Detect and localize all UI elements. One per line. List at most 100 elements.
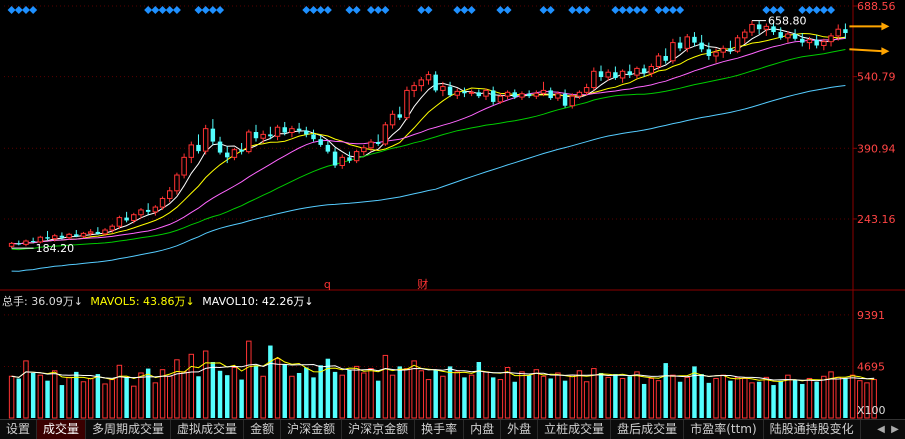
volume-bar [382,354,389,419]
volume-bar [181,371,187,419]
candle-body [188,144,195,158]
candle-body [540,89,547,94]
tab-1[interactable]: 成交量 [37,420,87,439]
candle-body [246,131,252,153]
tab-7[interactable]: 换手率 [415,420,465,439]
candle-body [274,126,281,137]
candle-body [497,95,504,103]
tab-12[interactable]: 市盈率(ttm) [684,420,764,439]
price-axis: 688.56 540.79 390.94 243.16 9391 4695 X100 [853,0,896,417]
event-diamond-icon [151,6,160,14]
tab-2[interactable]: 多周期成交量 [86,420,172,439]
stock-chart[interactable]: 688.56 540.79 390.94 243.16 9391 4695 X100 658… [0,0,905,419]
tab-9[interactable]: 外盘 [501,420,539,439]
volume-bar [325,358,331,418]
event-diamond-icon [144,6,153,14]
volume-bar [468,374,475,419]
volume-bar [217,370,223,418]
volume-bar [282,364,287,418]
tab-11[interactable]: 盘后成交量 [611,420,685,439]
volume-bar [706,382,712,418]
volume-bar [45,380,50,418]
tab-4[interactable]: 金额 [244,420,282,439]
volume-bar [785,374,791,419]
candle-body [734,37,741,52]
volume-bar [418,370,425,419]
candle-body [102,229,108,235]
tab-8[interactable]: 内盘 [464,420,502,439]
volume-bar [843,378,848,418]
volume-bar [368,368,374,419]
event-diamond-icon [467,6,476,14]
event-marker-label: 财 [417,277,428,291]
volume-bar [311,377,316,418]
candle-body [404,89,410,119]
volume-bar [627,376,632,418]
tab-3[interactable]: 虚拟成交量 [171,420,245,439]
candle-body [375,142,381,144]
volume-bar [167,375,173,419]
event-diamond-icon [812,6,821,14]
candle-body [174,174,180,192]
candle-body [663,55,668,61]
candle-body [627,71,632,76]
volume-series [8,340,877,419]
volume-bar [80,381,87,419]
volume-bar [260,375,266,419]
candle-body [583,87,590,93]
event-diamond-icon [194,6,203,14]
moving-average-lines [11,28,846,272]
price-tick-label: 688.56 [857,0,896,13]
candle-body [382,124,389,145]
candle-body [217,141,223,153]
candle-body [569,95,575,107]
scroll-right-icon[interactable]: ▶ [889,423,901,437]
volume-bar [23,360,29,419]
volume-bar [742,377,748,419]
tab-6[interactable]: 沪深京金额 [342,420,416,439]
volume-bar [835,376,841,419]
volume-bar [583,381,590,419]
volume-bar [792,379,798,418]
candle-body [202,128,209,152]
candle-body [677,42,683,49]
volume-tick-label: 4695 [857,360,885,373]
volume-bar [296,372,302,418]
candle-body [483,89,489,97]
volume-bar [576,370,583,419]
mavol5-label: MAVOL5: 43.86万↓ [90,295,195,308]
tab-13[interactable]: 陆股通持股变化 [764,420,861,439]
volume-bar [692,366,697,418]
candle-body [821,41,827,46]
candle-body [519,93,525,98]
tab-5[interactable]: 沪深金额 [281,420,343,439]
volume-bar [569,374,575,419]
scroll-left-icon[interactable]: ◀ [875,423,887,437]
candle-body [23,240,29,245]
candle-body [468,91,475,94]
high-price-label: 658.80 [768,15,807,28]
trend-arrow-head-icon [881,22,890,31]
volume-bar [634,371,640,419]
volume-bar [102,383,108,419]
event-diamond-icon [14,6,23,14]
candle-body [304,130,309,135]
event-diamond-icon [582,6,591,14]
volume-bar [188,353,195,419]
tab-0[interactable]: 设置 [0,420,38,439]
event-diamond-icon [216,6,225,14]
volume-bar [347,369,352,418]
event-diamond-icon [539,6,548,14]
candle-body [598,71,604,78]
candle-body [347,157,352,161]
candle-body [462,91,467,94]
volume-bar [361,372,367,419]
candle-body [159,197,166,208]
tab-10[interactable]: 立桩成交量 [538,420,612,439]
event-diamond-icon [640,6,649,14]
volume-bar [231,366,238,419]
event-diamond-icon [424,6,433,14]
candle-body [814,39,819,46]
candle-body [332,151,338,166]
candle-body [591,70,597,89]
